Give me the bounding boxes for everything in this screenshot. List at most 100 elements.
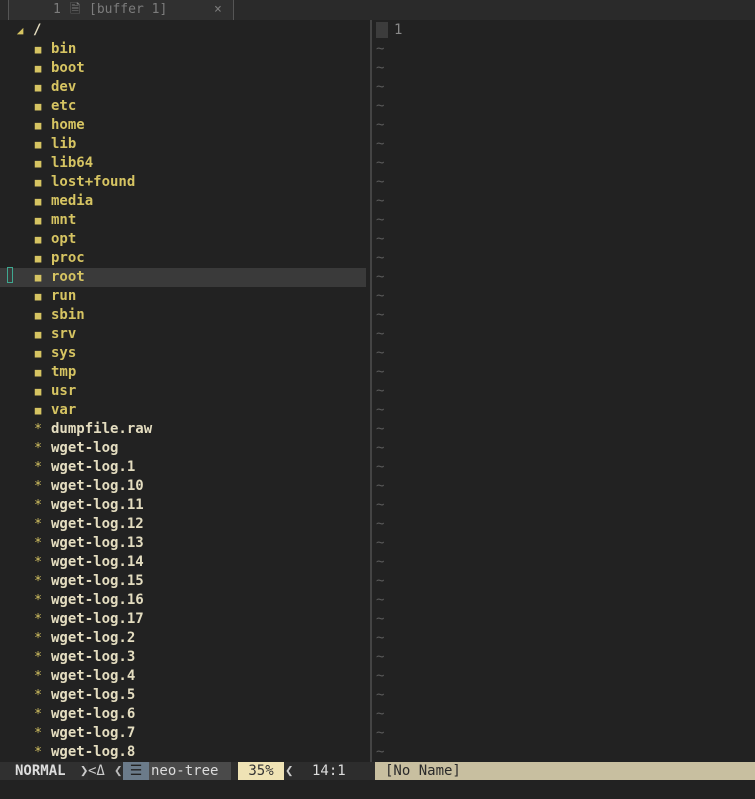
tree-file-label: wget-log.10 — [51, 478, 144, 494]
tree-dir-usr[interactable]: ■ usr — [0, 382, 366, 401]
tree-dir-label: srv — [51, 326, 77, 342]
tree-dir-tmp[interactable]: ■ tmp — [0, 363, 366, 382]
folder-icon: ■ — [34, 252, 42, 265]
tree-dir-label: bin — [51, 41, 77, 57]
tree-dir-label: opt — [51, 231, 77, 247]
empty-line-tilde: ~ — [376, 288, 385, 304]
tree-file-label: wget-log.2 — [51, 630, 136, 646]
buffer-tab[interactable]: 1 🗎 [buffer 1] × — [8, 0, 234, 20]
tree-file-wget-log-6[interactable]: * wget-log.6 — [0, 705, 366, 724]
tree-root[interactable]: ◢ / — [0, 21, 366, 40]
tree-dir-var[interactable]: ■ var — [0, 401, 366, 420]
tree-file-wget-log-15[interactable]: * wget-log.15 — [0, 572, 366, 591]
tree-dir-boot[interactable]: ■ boot — [0, 59, 366, 78]
separator-icon: ❮ — [285, 763, 294, 779]
folder-icon: ■ — [34, 195, 42, 208]
empty-line-tilde: ~ — [376, 649, 385, 665]
file-icon: * — [34, 707, 42, 722]
file-icon: * — [34, 422, 42, 437]
folder-icon: ■ — [34, 347, 42, 360]
file-icon: * — [34, 536, 42, 551]
tree-dir-media[interactable]: ■ media — [0, 192, 366, 211]
empty-line-tilde: ~ — [376, 231, 385, 247]
tree-file-wget-log-10[interactable]: * wget-log.10 — [0, 477, 366, 496]
file-icon: * — [34, 612, 42, 627]
cursor-gutter — [376, 22, 388, 38]
tree-file-wget-log-11[interactable]: * wget-log.11 — [0, 496, 366, 515]
empty-line-tilde: ~ — [376, 440, 385, 456]
cursor-position: 14:1 — [312, 763, 346, 779]
tree-file-wget-log-12[interactable]: * wget-log.12 — [0, 515, 366, 534]
tree-dir-bin[interactable]: ■ bin — [0, 40, 366, 59]
tree-file-wget-log-2[interactable]: * wget-log.2 — [0, 629, 366, 648]
empty-line-tilde: ~ — [376, 41, 385, 57]
tree-dir-mnt[interactable]: ■ mnt — [0, 211, 366, 230]
tree-file-wget-log-1[interactable]: * wget-log.1 — [0, 458, 366, 477]
mode-indicator: NORMAL — [0, 762, 80, 780]
empty-line-tilde: ~ — [376, 193, 385, 209]
tree-file-wget-log-3[interactable]: * wget-log.3 — [0, 648, 366, 667]
tree-file-wget-log-14[interactable]: * wget-log.14 — [0, 553, 366, 572]
file-icon: * — [34, 555, 42, 570]
tree-file-wget-log-7[interactable]: * wget-log.7 — [0, 724, 366, 743]
tree-file-wget-log[interactable]: * wget-log — [0, 439, 366, 458]
empty-line-tilde: ~ — [376, 117, 385, 133]
tree-dir-label: sys — [51, 345, 77, 361]
command-line[interactable] — [0, 780, 755, 799]
empty-line-tilde: ~ — [376, 60, 385, 76]
tree-file-wget-log-4[interactable]: * wget-log.4 — [0, 667, 366, 686]
tree-file-label: wget-log.14 — [51, 554, 144, 570]
tree-dir-lib[interactable]: ■ lib — [0, 135, 366, 154]
empty-line-tilde: ~ — [376, 744, 385, 760]
tree-file-wget-log-16[interactable]: * wget-log.16 — [0, 591, 366, 610]
tree-dir-run[interactable]: ■ run — [0, 287, 366, 306]
empty-line-tilde: ~ — [376, 98, 385, 114]
separator-icon: ❯ — [80, 762, 89, 780]
tree-dir-srv[interactable]: ■ srv — [0, 325, 366, 344]
tree-dir-lib64[interactable]: ■ lib64 — [0, 154, 366, 173]
tree-dir-dev[interactable]: ■ dev — [0, 78, 366, 97]
file-icon: * — [34, 745, 42, 760]
neo-tree-pane: ◢ / ■ bin ■ boot ■ dev ■ etc ■ home ■ lib ■ lib64 ■ los… — [0, 21, 370, 762]
tree-dir-etc[interactable]: ■ etc — [0, 97, 366, 116]
tree-file-label: dumpfile.raw — [51, 421, 153, 437]
cursor-marker — [7, 267, 13, 283]
close-icon[interactable]: × — [214, 0, 222, 20]
folder-icon: ■ — [34, 328, 42, 341]
tree-dir-label: run — [51, 288, 77, 304]
tree-file-wget-log-17[interactable]: * wget-log.17 — [0, 610, 366, 629]
tree-dir-home[interactable]: ■ home — [0, 116, 366, 135]
folder-icon: ■ — [34, 100, 42, 113]
tab-number: 1 — [53, 2, 61, 17]
tree-file-wget-log-8[interactable]: * wget-log.8 — [0, 743, 366, 762]
empty-line-tilde: ~ — [376, 573, 385, 589]
empty-line-tilde: ~ — [376, 326, 385, 342]
tree-file-label: wget-log.3 — [51, 649, 136, 665]
empty-line-tilde: ~ — [376, 345, 385, 361]
tree-file-label: wget-log — [51, 440, 119, 456]
folder-icon: ■ — [34, 385, 42, 398]
tree-file-wget-log-13[interactable]: * wget-log.13 — [0, 534, 366, 553]
tree-file-label: wget-log.13 — [51, 535, 144, 551]
tree-dir-sbin[interactable]: ■ sbin — [0, 306, 366, 325]
file-icon: * — [34, 631, 42, 646]
folder-icon: ■ — [34, 290, 42, 303]
tree-file-wget-log-5[interactable]: * wget-log.5 — [0, 686, 366, 705]
editor-pane[interactable]: 1 ~ ~ ~ ~ ~ ~ ~ ~ ~ ~ ~ ~ ~ ~ ~ ~ ~ ~ ~ ~ ~ ~ ~ ~ ~ ~ ~ ~ ~ ~ ~ ~ ~ ~ ~ ~ ~ ~ — [372, 20, 755, 762]
tree-dir-root[interactable]: ■ root — [0, 268, 366, 287]
tree-dir-opt[interactable]: ■ opt — [0, 230, 366, 249]
document-icon: 🗎 — [70, 2, 81, 17]
tree-dir-label: usr — [51, 383, 77, 399]
file-icon: * — [34, 688, 42, 703]
empty-line-tilde: ~ — [376, 459, 385, 475]
tree-file-dumpfile-raw[interactable]: * dumpfile.raw — [0, 420, 366, 439]
tree-file-label: wget-log.11 — [51, 497, 144, 513]
empty-line-tilde: ~ — [376, 212, 385, 228]
separator-icon: ❮ — [114, 763, 123, 779]
folder-icon: ■ — [34, 81, 42, 94]
filetype-icon: ☰ — [123, 762, 149, 780]
tree-dir-proc[interactable]: ■ proc — [0, 249, 366, 268]
tree-dir-sys[interactable]: ■ sys — [0, 344, 366, 363]
tree-dir-label: mnt — [51, 212, 77, 228]
tree-dir-lost-found[interactable]: ■ lost+found — [0, 173, 366, 192]
